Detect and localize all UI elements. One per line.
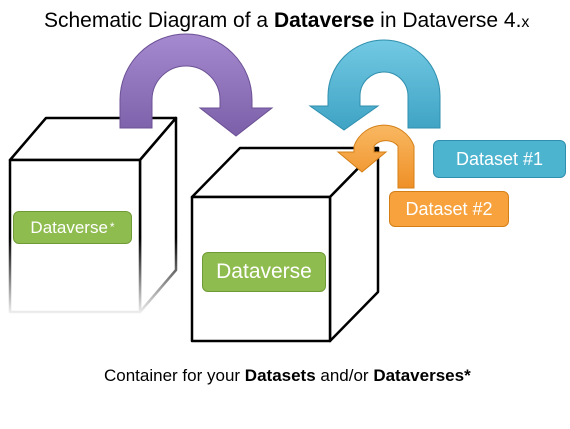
dataset-2-label: Dataset #2 (389, 191, 509, 227)
dataverse-small-asterisk: * (109, 219, 115, 234)
dataverse-label-small: Dataverse * (13, 211, 132, 244)
caption-bold-datasets: Datasets (244, 366, 316, 385)
blue-arrow-icon (308, 39, 441, 131)
purple-arrow-icon (119, 33, 274, 137)
dataset-1-label: Dataset #1 (433, 140, 566, 178)
diagram-caption: Container for your Datasets and/or Datav… (104, 366, 564, 386)
cube-left-fade (0, 238, 190, 318)
cube-right (190, 146, 380, 343)
caption-bold-dataverses: Dataverses* (373, 366, 471, 385)
caption-middle: and/or (315, 366, 374, 385)
dataverse-small-text: Dataverse (30, 217, 108, 237)
dataverse-label-big: Dataverse (202, 252, 326, 292)
caption-prefix: Container for your (104, 366, 245, 385)
